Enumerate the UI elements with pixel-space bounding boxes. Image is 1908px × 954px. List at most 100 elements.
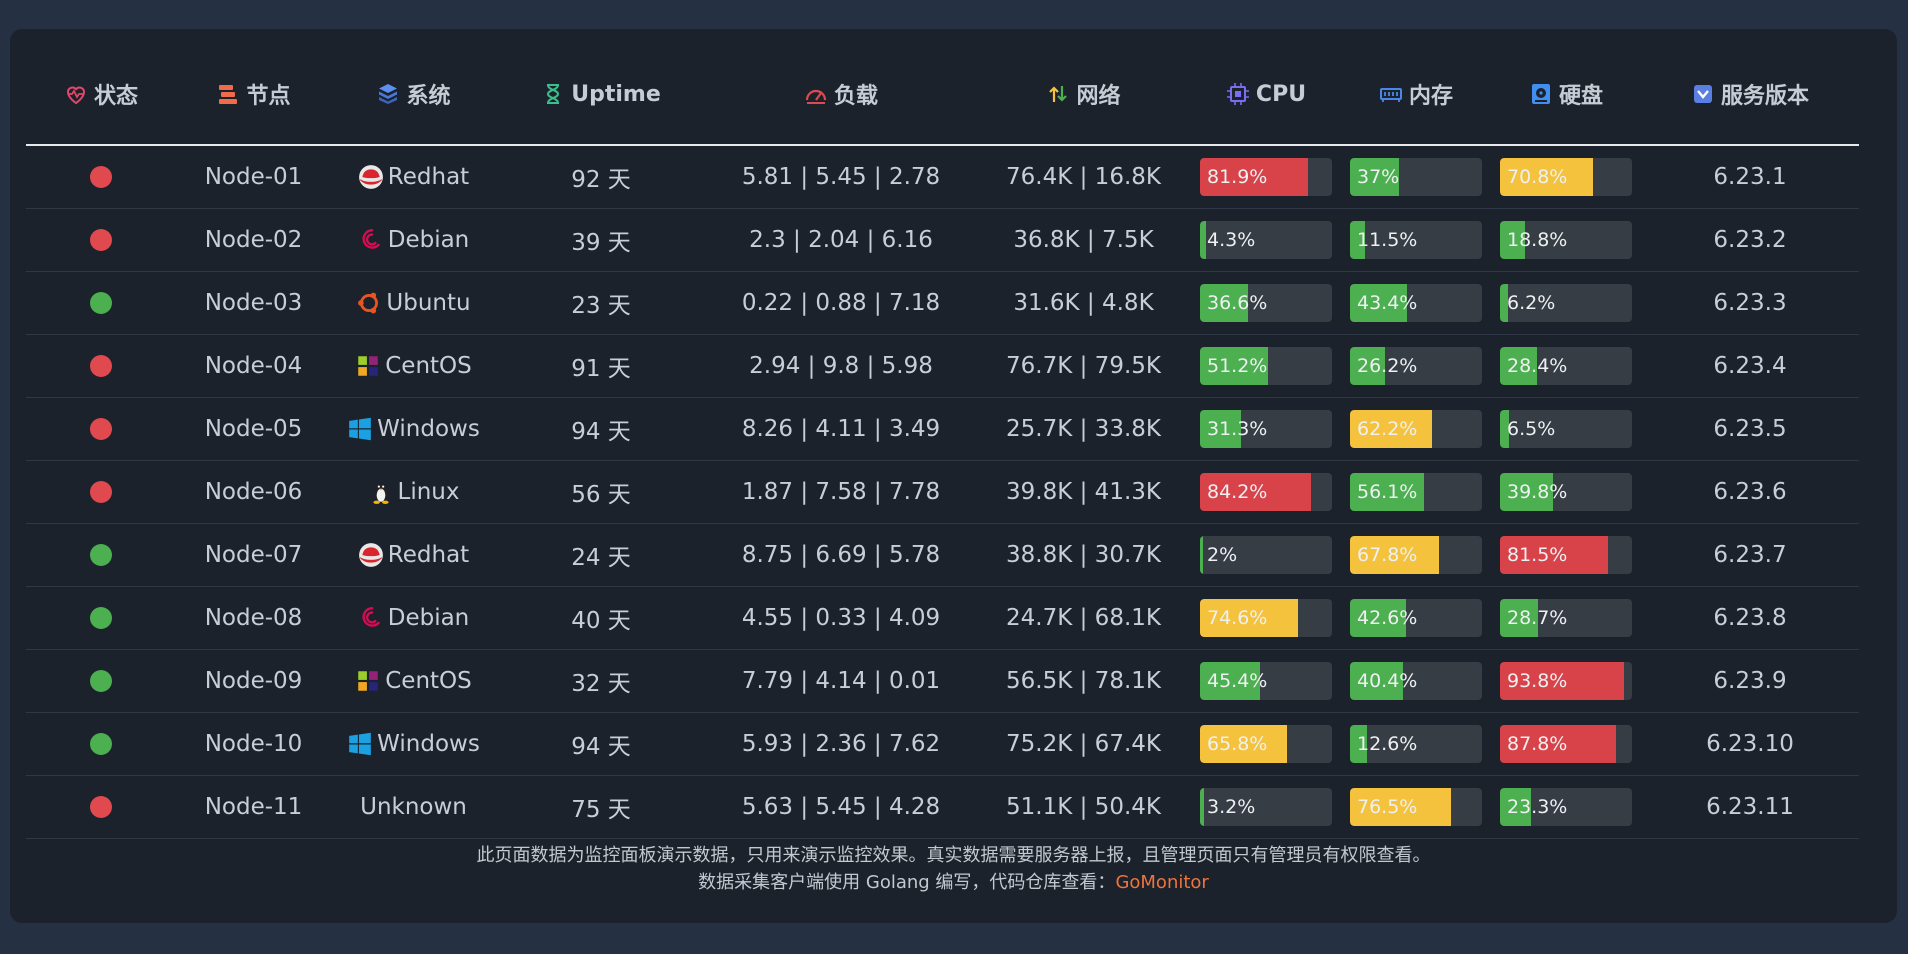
- table-row: Node-01 Redhat 92 天 5.81 | 5.45 | 2.78 76.4K…: [26, 146, 1859, 209]
- cpu-bar-label: 51.2%: [1207, 355, 1268, 377]
- load-value: 4.55 | 0.33 | 4.09: [741, 605, 941, 631]
- status-dot-online: [90, 733, 112, 755]
- header-cpu: CPU: [1191, 44, 1341, 144]
- memory-bar: 43.4%: [1350, 284, 1482, 322]
- redhat-icon: [358, 164, 384, 190]
- disk-bar: 18.8%: [1500, 221, 1632, 259]
- table-row: Node-02 Debian 39 天 2.3 | 2.04 | 6.16 36.8K …: [26, 209, 1859, 272]
- status-cell: [26, 209, 176, 271]
- cpu-bar-label: 4.3%: [1207, 229, 1256, 251]
- version-value: 6.23.7: [1713, 542, 1787, 568]
- os-name: Redhat: [387, 164, 470, 190]
- load-value: 2.3 | 2.04 | 6.16: [749, 227, 933, 253]
- os-name: Unknown: [360, 794, 467, 820]
- footer-notice: 此页面数据为监控面板演示数据，只用来演示监控效果。真实数据需要服务器上报，且管理…: [476, 845, 1431, 866]
- memory-cell: 67.8%: [1341, 524, 1491, 586]
- centos-icon: [355, 353, 381, 379]
- cpu-chip-icon: [1226, 82, 1250, 106]
- memory-icon: [1379, 82, 1403, 106]
- arrows-updown-icon: [1046, 82, 1070, 106]
- node-name: Node-04: [204, 353, 303, 379]
- os-cell: Unknown: [331, 776, 496, 838]
- redhat-icon: [358, 542, 384, 568]
- hourglass-icon: [541, 82, 565, 106]
- disk-bar: 6.2%: [1500, 284, 1632, 322]
- node-name: Node-01: [204, 164, 303, 190]
- header-disk: 硬盘: [1491, 44, 1641, 144]
- cpu-bar-label: 45.4%: [1207, 670, 1268, 692]
- load-value: 5.93 | 2.36 | 7.62: [741, 731, 941, 757]
- os-name: Redhat: [387, 542, 470, 568]
- network-value: 51.1K | 50.4K: [1006, 794, 1161, 820]
- memory-cell: 40.4%: [1341, 650, 1491, 712]
- version-check-icon: [1691, 82, 1715, 106]
- memory-bar: 56.1%: [1350, 473, 1482, 511]
- cpu-bar-label: 65.8%: [1207, 733, 1268, 755]
- load-value: 5.63 | 5.45 | 4.28: [741, 794, 941, 820]
- memory-bar-label: 40.4%: [1357, 670, 1418, 692]
- uptime-value: 94 天: [571, 734, 631, 760]
- uptime-value: 39 天: [571, 230, 631, 256]
- cpu-bar: 81.9%: [1200, 158, 1332, 196]
- disk-cell: 93.8%: [1491, 650, 1641, 712]
- os-name: CentOS: [385, 353, 472, 379]
- header-network: 网络: [976, 44, 1191, 144]
- cpu-cell: 3.2%: [1191, 776, 1341, 838]
- os-name: Ubuntu: [386, 290, 471, 316]
- gomonitor-link[interactable]: GoMonitor: [1115, 872, 1208, 893]
- disk-bar-label: 93.8%: [1507, 670, 1568, 692]
- cube-stack-icon: [376, 82, 400, 106]
- status-cell: [26, 713, 176, 775]
- status-cell: [26, 272, 176, 334]
- disk-cell: 28.4%: [1491, 335, 1641, 397]
- memory-bar-label: 56.1%: [1357, 481, 1418, 503]
- node-name: Node-05: [204, 416, 303, 442]
- status-dot-offline: [90, 355, 112, 377]
- load-value: 1.87 | 7.58 | 7.78: [741, 479, 941, 505]
- disk-cell: 6.5%: [1491, 398, 1641, 460]
- os-name: Windows: [377, 416, 480, 442]
- memory-cell: 56.1%: [1341, 461, 1491, 523]
- disk-cell: 81.5%: [1491, 524, 1641, 586]
- disk-bar: 81.5%: [1500, 536, 1632, 574]
- memory-cell: 37%: [1341, 146, 1491, 208]
- network-value: 76.4K | 16.8K: [1006, 164, 1161, 190]
- cpu-bar-label: 81.9%: [1207, 166, 1268, 188]
- load-value: 8.75 | 6.69 | 5.78: [741, 542, 941, 568]
- memory-bar: 12.6%: [1350, 725, 1482, 763]
- cpu-cell: 2%: [1191, 524, 1341, 586]
- debian-icon: [358, 227, 384, 253]
- disk-bar: 93.8%: [1500, 662, 1632, 700]
- version-value: 6.23.9: [1713, 668, 1787, 694]
- disk-bar-label: 23.3%: [1507, 796, 1568, 818]
- memory-bar-label: 62.2%: [1357, 418, 1418, 440]
- linux-icon: [368, 479, 394, 505]
- cpu-bar-label: 3.2%: [1207, 796, 1256, 818]
- os-name: Debian: [387, 605, 470, 631]
- cpu-cell: 4.3%: [1191, 209, 1341, 271]
- uptime-value: 56 天: [571, 482, 631, 508]
- network-value: 31.6K | 4.8K: [1013, 290, 1154, 316]
- network-value: 36.8K | 7.5K: [1013, 227, 1154, 253]
- disk-bar-label: 28.4%: [1507, 355, 1568, 377]
- version-value: 6.23.11: [1706, 794, 1794, 820]
- disk-bar-label: 39.8%: [1507, 481, 1568, 503]
- memory-bar: 76.5%: [1350, 788, 1482, 826]
- version-value: 6.23.8: [1713, 605, 1787, 631]
- network-value: 38.8K | 30.7K: [1006, 542, 1161, 568]
- cpu-cell: 51.2%: [1191, 335, 1341, 397]
- header-status: 状态: [26, 44, 176, 144]
- os-cell: Redhat: [331, 524, 496, 586]
- disk-bar-label: 18.8%: [1507, 229, 1568, 251]
- memory-cell: 11.5%: [1341, 209, 1491, 271]
- cpu-cell: 31.3%: [1191, 398, 1341, 460]
- network-value: 39.8K | 41.3K: [1006, 479, 1161, 505]
- status-cell: [26, 398, 176, 460]
- cpu-bar: 4.3%: [1200, 221, 1332, 259]
- memory-bar: 62.2%: [1350, 410, 1482, 448]
- cpu-bar-label: 2%: [1207, 544, 1238, 566]
- memory-bar-label: 11.5%: [1357, 229, 1418, 251]
- version-value: 6.23.2: [1713, 227, 1787, 253]
- cpu-bar: 45.4%: [1200, 662, 1332, 700]
- cpu-cell: 65.8%: [1191, 713, 1341, 775]
